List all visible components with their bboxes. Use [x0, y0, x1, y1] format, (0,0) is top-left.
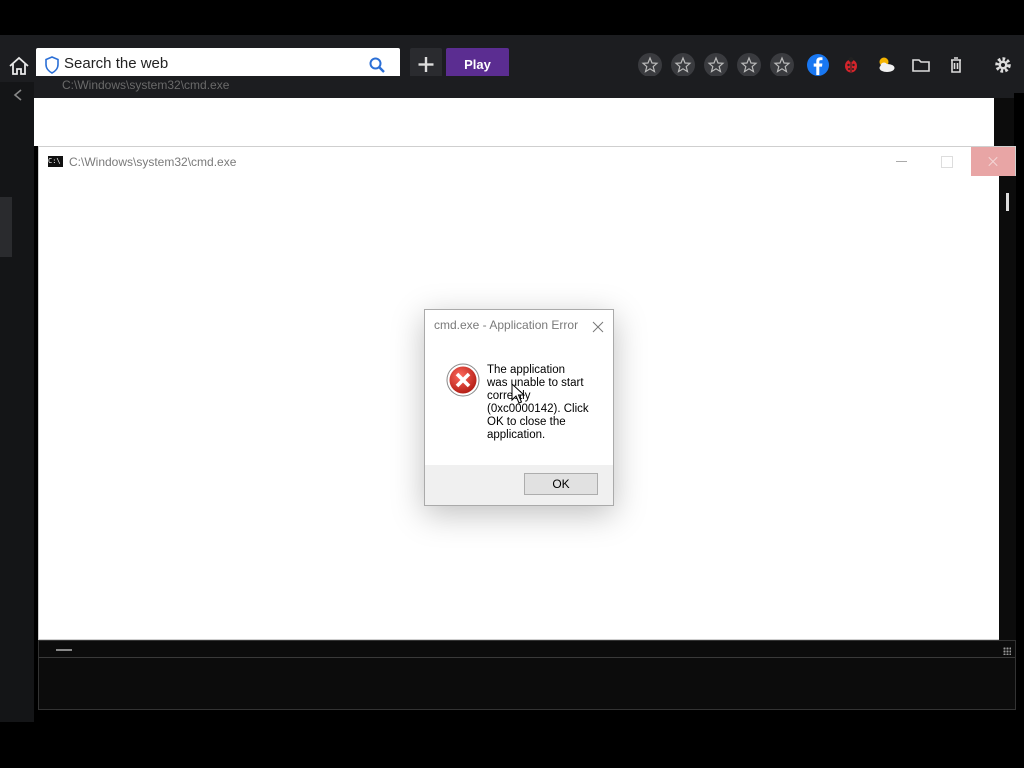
error-dialog[interactable]: cmd.exe - Application Error The applicat… — [424, 309, 614, 506]
mouse-cursor-icon — [511, 382, 526, 405]
background-app-edge — [0, 82, 34, 722]
message-line: correctly — [487, 390, 531, 402]
ok-button[interactable]: OK — [524, 473, 598, 495]
search-icon[interactable] — [368, 56, 386, 74]
maximize-button[interactable] — [941, 156, 953, 168]
shield-icon — [44, 56, 60, 74]
star-icon[interactable] — [670, 52, 696, 78]
cmd-scrollbar[interactable] — [999, 176, 1016, 656]
error-icon — [446, 363, 480, 397]
scrollbar-thumb[interactable] — [1006, 193, 1009, 211]
message-line: (0xc0000142). Click — [487, 403, 589, 415]
gear-icon[interactable] — [990, 52, 1016, 78]
star-icon[interactable] — [769, 52, 795, 78]
background-window-scrollbar[interactable] — [994, 98, 1014, 146]
divider — [39, 657, 1015, 658]
background-cmd-window[interactable]: C:\Windows\system32\cmd.exe — [34, 76, 1014, 146]
background-app-panel — [0, 197, 12, 257]
home-icon[interactable] — [6, 55, 32, 77]
dialog-close-icon[interactable] — [592, 318, 604, 333]
ladybug-icon[interactable] — [838, 52, 864, 78]
trash-icon[interactable] — [943, 52, 969, 78]
star-icon[interactable] — [736, 52, 762, 78]
message-line: OK to close the — [487, 416, 566, 428]
folder-icon[interactable] — [908, 52, 934, 78]
back-arrow-icon[interactable] — [12, 88, 24, 102]
message-line: was unable to start — [487, 377, 584, 389]
cmd-window-titlebar[interactable]: C:\ C:\Windows\system32\cmd.exe — [39, 147, 1015, 177]
dialog-title: cmd.exe - Application Error — [434, 318, 579, 332]
cmd-window-title: C:\Windows\system32\cmd.exe — [69, 155, 237, 169]
bottom-panel — [38, 640, 1016, 710]
background-window-title: C:\Windows\system32\cmd.exe — [62, 78, 230, 92]
resize-grip-icon[interactable] — [1003, 647, 1011, 655]
minimize-dash[interactable] — [56, 649, 72, 651]
cmd-icon: C:\ — [48, 156, 63, 167]
message-line: application. — [487, 429, 546, 441]
close-button[interactable] — [971, 147, 1015, 176]
message-line: The application — [487, 364, 565, 376]
error-message: The application was unable to start corr… — [487, 364, 599, 442]
minimize-button[interactable] — [896, 161, 907, 162]
star-icon[interactable] — [703, 52, 729, 78]
background-window-titlebar[interactable]: C:\Windows\system32\cmd.exe — [34, 76, 1014, 98]
search-input[interactable]: Search the web — [64, 55, 168, 72]
star-icon[interactable] — [637, 52, 663, 78]
facebook-icon[interactable] — [805, 52, 831, 78]
weather-icon[interactable] — [873, 52, 899, 78]
